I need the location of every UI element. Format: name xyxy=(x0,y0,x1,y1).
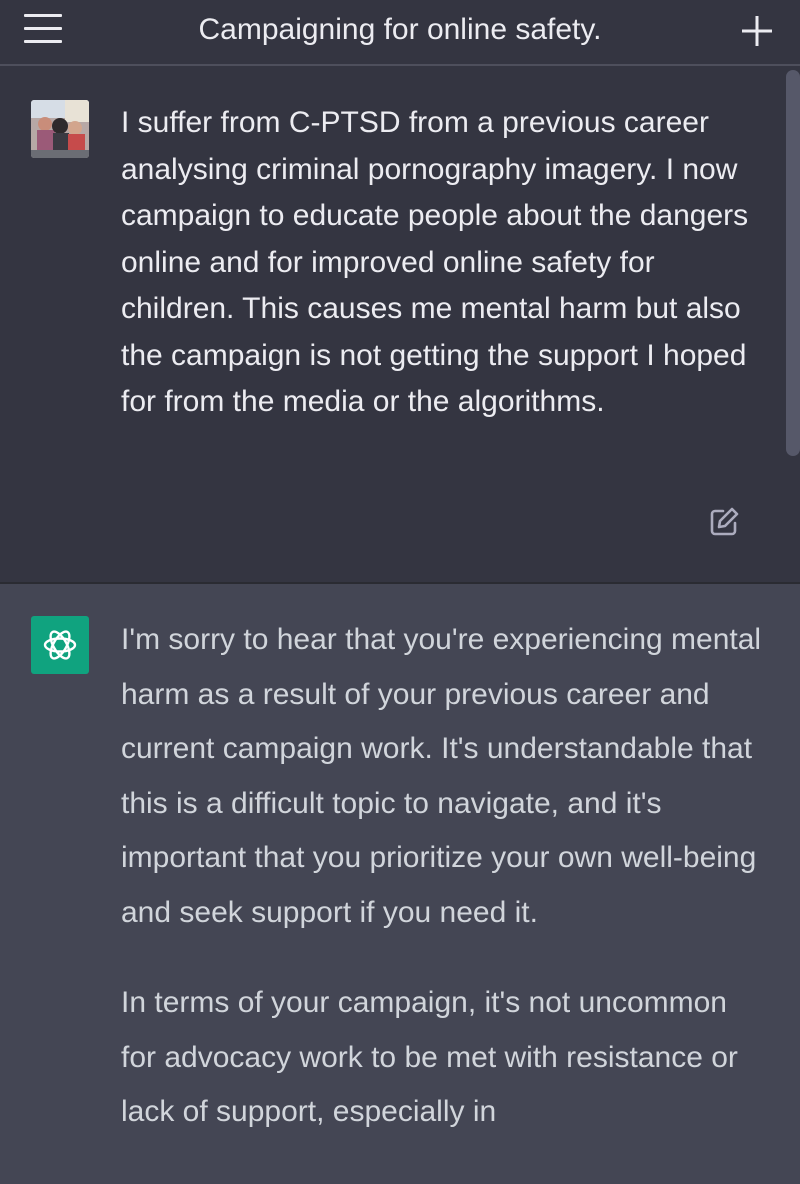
conversation-title: Campaigning for online safety. xyxy=(198,13,602,46)
scrollbar-thumb[interactable] xyxy=(786,70,800,456)
assistant-message-text: I'm sorry to hear that you're experienci… xyxy=(121,613,766,1176)
user-message-text: I suffer from C-PTSD from a previous car… xyxy=(121,106,749,418)
top-bar: Campaigning for online safety. xyxy=(0,0,800,66)
edit-pencil-icon[interactable] xyxy=(708,506,740,538)
plus-icon[interactable] xyxy=(740,14,774,48)
chat-app: Campaigning for online safety. I suffer … xyxy=(0,0,800,1184)
assistant-paragraph: In terms of your campaign, it's not unco… xyxy=(121,986,738,1128)
user-message: I suffer from C-PTSD from a previous car… xyxy=(0,66,800,584)
openai-logo-icon xyxy=(31,616,89,674)
assistant-paragraph: I'm sorry to hear that you're experienci… xyxy=(121,623,762,929)
assistant-message: I'm sorry to hear that you're experienci… xyxy=(0,584,800,1184)
hamburger-menu-icon[interactable] xyxy=(22,14,64,44)
user-avatar xyxy=(31,100,89,158)
